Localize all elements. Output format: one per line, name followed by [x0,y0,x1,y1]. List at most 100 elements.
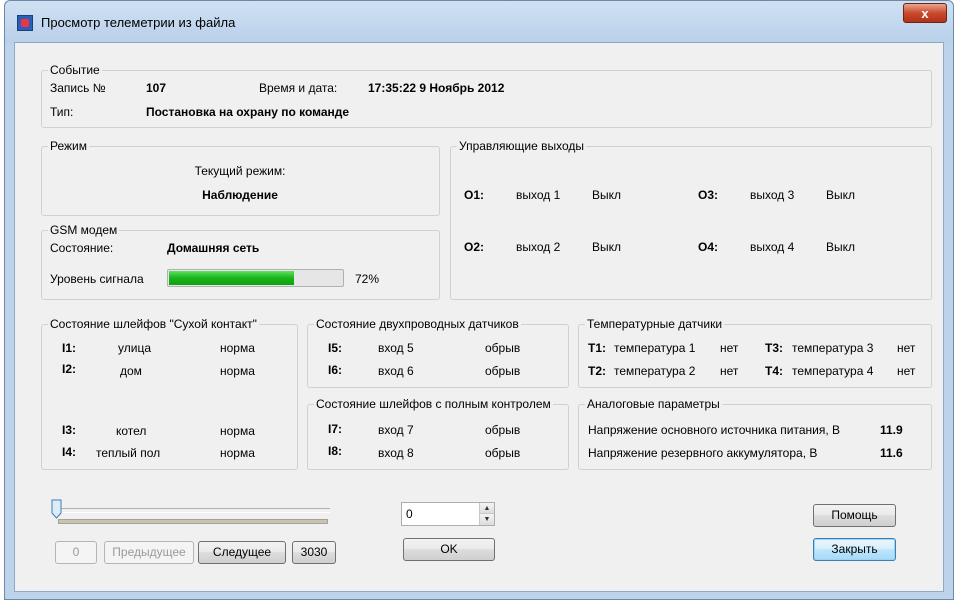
record-number-value[interactable]: 0 [406,507,413,521]
two-wire-6-name: вход 6 [378,364,414,378]
temp-3-id: T3: [765,341,783,355]
gsm-state-label: Состояние: [50,241,114,255]
full-control-group-title: Состояние шлейфов с полным контролем [314,397,553,411]
analog-1-name: Напряжение основного источника питания, … [588,423,840,437]
full-control-7-state: обрыв [485,423,521,437]
title-bar: Просмотр телеметрии из файла x [5,1,953,43]
temp-4-id: T4: [765,364,783,378]
dry-4-state: норма [220,446,255,460]
temp-2-id: T2: [588,364,606,378]
analog-2-name: Напряжение резервного аккумулятора, В [588,446,818,460]
analog-2-value: 11.6 [880,446,903,460]
dry-1-state: норма [220,341,255,355]
datetime-value: 17:35:22 9 Ноябрь 2012 [368,81,505,95]
event-group: Событие [41,63,932,128]
dry-2-id: I2: [62,362,77,376]
datetime-label: Время и дата: [259,81,338,95]
previous-button[interactable]: Предыдущее [104,541,194,564]
output-2-name: выход 2 [516,240,561,254]
dry-2-name: дом [120,364,142,378]
full-control-8-id: I8: [328,444,343,458]
signal-percent: 72% [355,272,380,286]
record-number-spinner[interactable]: 0 ▲ ▼ [401,502,495,526]
last-record-button[interactable]: 3030 [292,541,336,564]
spinner-buttons: ▲ ▼ [479,503,494,525]
outputs-group-title: Управляющие выходы [457,139,587,153]
type-value: Постановка на охрану по команде [146,105,350,119]
dry-1-name: улица [118,341,151,355]
full-control-7-name: вход 7 [378,423,414,437]
output-4-name: выход 4 [750,240,795,254]
analog-group: Аналоговые параметры [578,397,932,470]
temperature-group: Температурные датчики [578,317,932,388]
temp-1-name: температура 1 [614,341,696,355]
temp-1-state: нет [720,341,739,355]
outputs-group: Управляющие выходы [450,139,932,300]
output-1-id: O1: [464,188,485,202]
type-label: Тип: [50,105,74,119]
dry-2-state: норма [220,364,255,378]
current-mode-value: Наблюдение [202,188,278,202]
dry-contact-group: Состояние шлейфов "Сухой контакт" [41,317,298,470]
ok-button[interactable]: OK [403,538,495,561]
output-2-state: Выкл [592,240,622,254]
close-window-button[interactable]: x [903,3,947,23]
output-3-state: Выкл [826,188,856,202]
two-wire-5-state: обрыв [485,341,521,355]
temp-2-name: температура 2 [614,364,696,378]
next-button[interactable]: Следущее [198,541,286,564]
app-icon [17,15,33,31]
temp-3-name: температура 3 [792,341,874,355]
temp-4-state: нет [897,364,916,378]
output-2-id: O2: [464,240,485,254]
output-1-name: выход 1 [516,188,561,202]
analog-1-value: 11.9 [880,423,903,437]
gsm-state-value: Домашняя сеть [167,241,260,255]
temp-2-state: нет [720,364,739,378]
two-wire-6-id: I6: [328,363,343,377]
analog-group-title: Аналоговые параметры [585,397,722,411]
two-wire-5-name: вход 5 [378,341,414,355]
signal-progress-fill [169,271,294,285]
record-slider-thumb[interactable] [51,499,62,519]
record-slider-track[interactable] [58,508,330,513]
help-button[interactable]: Помощь [813,504,896,527]
dry-3-id: I3: [62,423,77,437]
output-3-name: выход 3 [750,188,795,202]
output-4-state: Выкл [826,240,856,254]
temp-3-state: нет [897,341,916,355]
two-wire-5-id: I5: [328,341,343,355]
first-record-button[interactable]: 0 [55,541,97,564]
dry-contact-group-title: Состояние шлейфов "Сухой контакт" [48,317,259,331]
full-control-group: Состояние шлейфов с полным контролем [307,397,569,470]
full-control-8-state: обрыв [485,446,521,460]
temperature-group-title: Температурные датчики [585,317,725,331]
temp-1-id: T1: [588,341,606,355]
close-button[interactable]: Закрыть [813,538,896,561]
dry-4-name: теплый пол [96,446,161,460]
dry-1-id: I1: [62,341,77,355]
window-title: Просмотр телеметрии из файла [41,15,236,30]
dry-4-id: I4: [62,445,77,459]
spinner-down-icon[interactable]: ▼ [480,514,494,525]
two-wire-6-state: обрыв [485,364,521,378]
dry-3-name: котел [116,424,147,438]
signal-progress-bar [167,269,344,287]
output-4-id: O4: [698,240,719,254]
full-control-7-id: I7: [328,422,343,436]
spinner-up-icon[interactable]: ▲ [480,503,494,514]
two-wire-group-title: Состояние двухпроводных датчиков [314,317,521,331]
output-3-id: O3: [698,188,719,202]
two-wire-group: Состояние двухпроводных датчиков [307,317,569,388]
record-slider-range [58,519,328,524]
event-group-title: Событие [48,63,102,77]
mode-group: Режим [41,139,440,216]
signal-level-label: Уровень сигнала [50,272,144,286]
dry-3-state: норма [220,424,255,438]
full-control-8-name: вход 8 [378,446,414,460]
mode-group-title: Режим [48,139,89,153]
temp-4-name: температура 4 [792,364,874,378]
current-mode-label: Текущий режим: [194,164,286,178]
record-value: 107 [146,81,167,95]
output-1-state: Выкл [592,188,622,202]
